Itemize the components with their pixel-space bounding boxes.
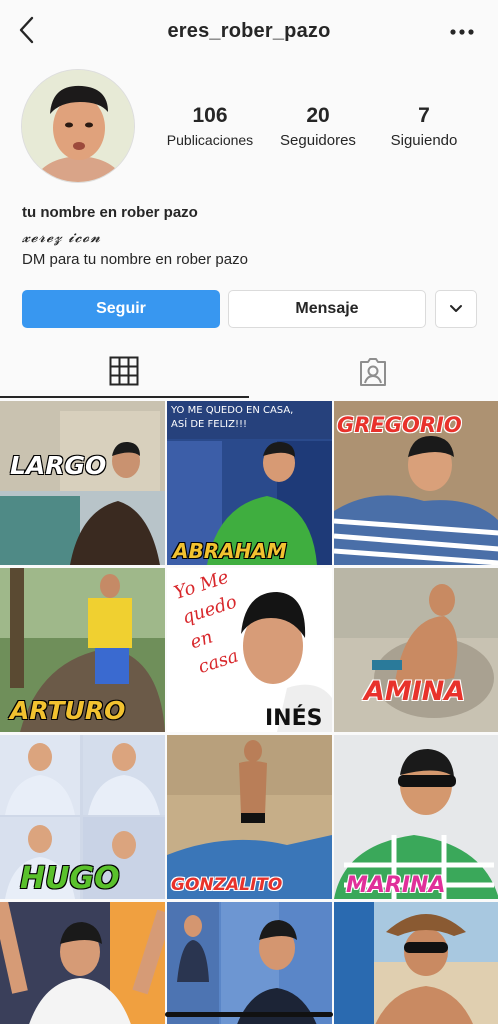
post-tile[interactable]: YO ME QUEDO EN CASA, ASÍ DE FELIZ!!! ABR… (167, 401, 332, 565)
post-tile[interactable]: LARGO (0, 401, 165, 565)
follow-button[interactable]: Seguir (22, 290, 220, 328)
stat-followers[interactable]: 20 Seguidores (268, 104, 368, 149)
post-tile[interactable] (0, 902, 165, 1024)
post-photo (167, 902, 332, 1024)
followers-count: 20 (306, 104, 330, 127)
post-tile[interactable]: Yo Me quedo en casa INÉS (167, 568, 332, 732)
post-photo (0, 902, 165, 1024)
following-label: Siguiendo (390, 132, 458, 149)
post-caption: GREGORIO (337, 413, 462, 437)
followers-label: Seguidores (280, 132, 356, 149)
more-options-icon[interactable] (448, 22, 476, 42)
posts-label: Publicaciones (166, 132, 254, 148)
posts-grid: LARGO YO ME QUEDO EN CASA, ASÍ DE FELIZ!… (0, 401, 498, 1024)
stat-following[interactable]: 7 Siguiendo (378, 104, 470, 149)
post-caption: INÉS (265, 706, 323, 731)
chevron-down-icon (450, 305, 462, 312)
post-photo (334, 568, 498, 732)
avatar-photo (22, 70, 134, 182)
post-photo (0, 401, 165, 565)
top-bar: eres_rober_pazo (0, 0, 498, 64)
post-caption: HUGO (20, 861, 120, 896)
grid-icon[interactable] (109, 356, 139, 386)
post-tile[interactable]: AMINA (334, 568, 498, 732)
bio-description: DM para tu nombre en rober pazo (22, 251, 248, 268)
message-button[interactable]: Mensaje (228, 290, 426, 328)
profile-avatar[interactable] (21, 69, 135, 183)
profile-tabs (0, 344, 498, 398)
post-tile[interactable]: GONZALITO (167, 735, 332, 899)
post-caption: AMINA (364, 676, 466, 707)
home-indicator (165, 1012, 333, 1017)
post-overlay-text: YO ME QUEDO EN CASA, ASÍ DE FELIZ!!! (171, 405, 294, 430)
post-caption: ABRAHAM (173, 539, 287, 563)
stat-posts[interactable]: 106 Publicaciones (158, 104, 262, 148)
post-tile[interactable] (334, 902, 498, 1024)
post-caption: GONZALITO (171, 875, 283, 895)
post-photo (334, 902, 498, 1024)
post-tile[interactable]: ARTURO (0, 568, 165, 732)
following-count: 7 (418, 104, 430, 127)
post-caption: LARGO (10, 451, 107, 480)
post-caption: MARINA (346, 873, 446, 898)
post-caption: ARTURO (10, 696, 126, 725)
post-tile[interactable]: GREGORIO (334, 401, 498, 565)
bio-tagline: 𝔁𝓮𝓻𝓮𝔃 𝓲𝓬𝓸𝓷 (22, 228, 102, 246)
tagged-icon[interactable] (357, 356, 389, 388)
posts-count: 106 (192, 104, 228, 127)
bio-name: tu nombre en rober pazo (22, 204, 198, 221)
post-tile[interactable]: MARINA (334, 735, 498, 899)
profile-username: eres_rober_pazo (167, 20, 331, 42)
suggestions-dropdown-button[interactable] (435, 290, 477, 328)
active-tab-indicator (0, 396, 249, 398)
post-tile[interactable] (167, 902, 332, 1024)
post-tile[interactable]: HUGO (0, 735, 165, 899)
